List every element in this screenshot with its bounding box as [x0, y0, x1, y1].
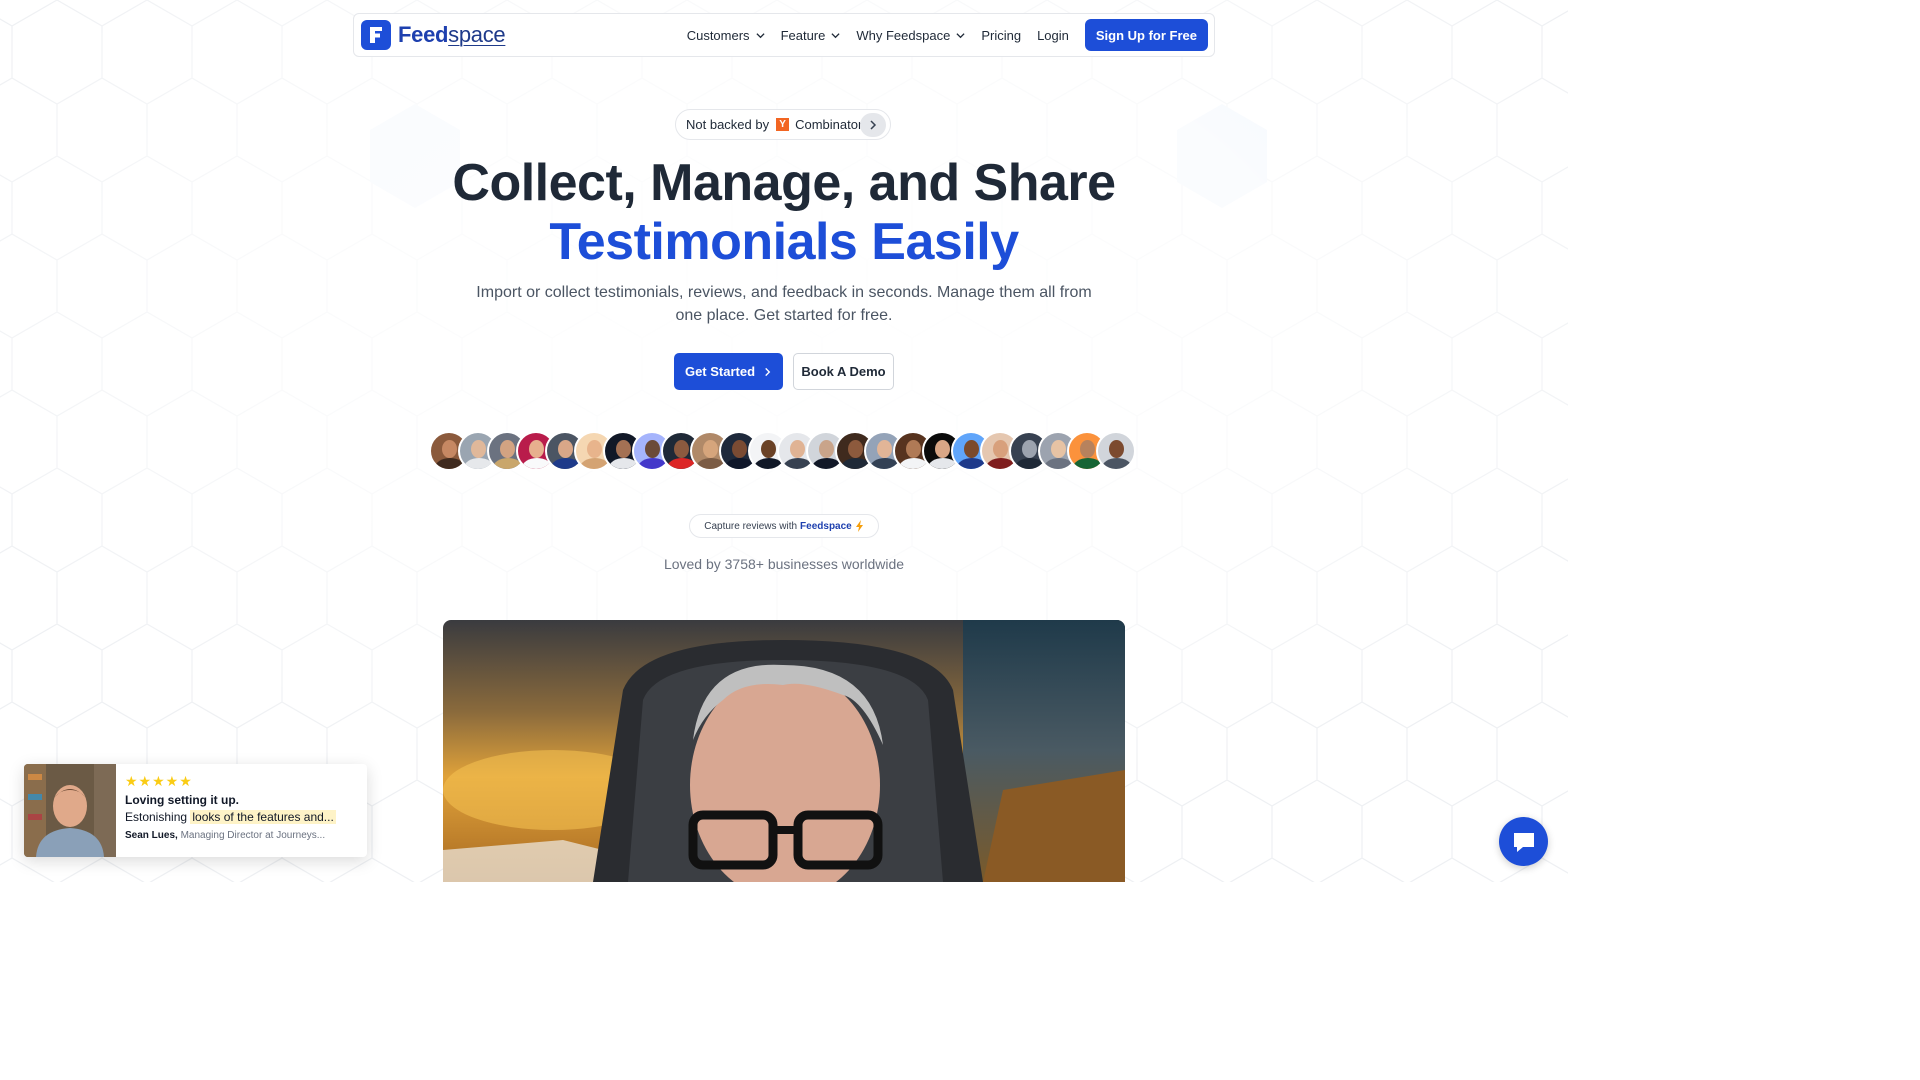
- testimonial-video[interactable]: [443, 620, 1125, 882]
- reviewer-photo: [24, 764, 116, 857]
- customer-avatars: [429, 431, 1136, 471]
- review-title: Loving setting it up.: [125, 793, 239, 807]
- hero-title-line1: Collect, Manage, and Share: [452, 154, 1116, 212]
- brand-logo[interactable]: Feedspace: [361, 20, 506, 50]
- ycombinator-logo: Y: [776, 118, 790, 131]
- popup-content: ★★★★★ Loving setting it up. Estonishing …: [125, 774, 361, 841]
- get-started-button[interactable]: Get Started: [674, 353, 783, 390]
- logo-icon: [361, 20, 391, 50]
- loved-by-text: Loved by 3758+ businesses worldwide: [663, 556, 905, 572]
- nav-why-feedspace[interactable]: Why Feedspace: [856, 28, 965, 43]
- lightning-icon: [855, 520, 863, 532]
- chevron-down-icon: [755, 32, 765, 38]
- hero-subtitle: Import or collect testimonials, reviews,…: [476, 284, 1092, 324]
- not-backed-badge[interactable]: Not backed by Y Combinator: [675, 109, 891, 140]
- chat-icon[interactable]: [1499, 817, 1548, 866]
- book-demo-button[interactable]: Book A Demo: [793, 353, 894, 390]
- chevron-down-icon: [956, 32, 965, 38]
- chevron-right-icon: [765, 367, 771, 376]
- chevron-right-icon: [860, 113, 886, 137]
- brand-name: Feedspace: [398, 22, 506, 47]
- review-author: Sean Lues, Managing Director at Journeys…: [125, 830, 326, 841]
- navbar: Feedspace Customers Feature Why Feedspac…: [353, 13, 1215, 57]
- avatar: [1096, 431, 1136, 471]
- nav-customers[interactable]: Customers: [687, 28, 765, 43]
- chevron-down-icon: [831, 32, 840, 38]
- hero-title-line2: Testimonials Easily: [549, 213, 1019, 271]
- star-rating: ★★★★★: [125, 773, 193, 789]
- nav-pricing[interactable]: Pricing: [981, 28, 1021, 43]
- review-text: Estonishing looks of the features and...: [125, 810, 336, 824]
- signup-button[interactable]: Sign Up for Free: [1084, 19, 1208, 51]
- nav-links: Customers Feature Why Feedspace Pricing …: [687, 19, 1208, 51]
- capture-reviews-badge: Capture reviews with Feedspace: [689, 514, 879, 538]
- nav-login[interactable]: Login: [1037, 28, 1069, 43]
- testimonial-popup[interactable]: ★★★★★ Loving setting it up. Estonishing …: [24, 764, 367, 857]
- nav-feature[interactable]: Feature: [781, 28, 841, 43]
